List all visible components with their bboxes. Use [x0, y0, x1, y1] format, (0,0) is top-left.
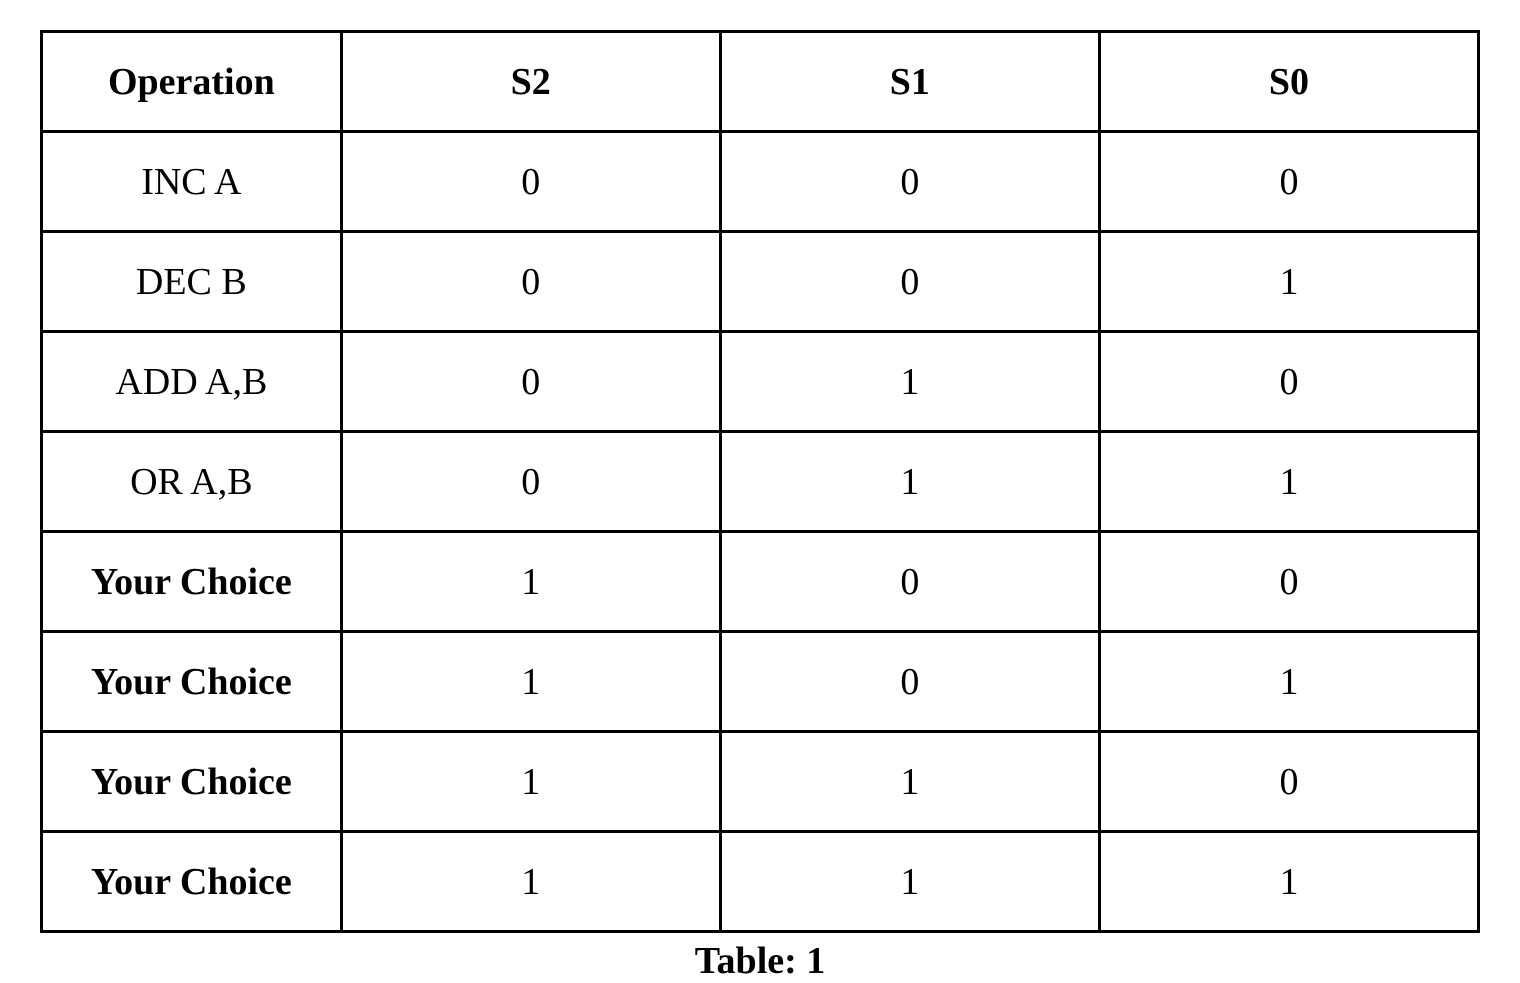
table-row: Your Choice 1 1 0 [42, 732, 1479, 832]
cell-s2: 0 [341, 132, 720, 232]
table-row: ADD A,B 0 1 0 [42, 332, 1479, 432]
table-row: DEC B 0 0 1 [42, 232, 1479, 332]
cell-operation: Your Choice [42, 632, 342, 732]
cell-s0: 1 [1099, 432, 1478, 532]
cell-s1: 0 [720, 132, 1099, 232]
cell-operation: Your Choice [42, 732, 342, 832]
header-s2: S2 [341, 32, 720, 132]
cell-s1: 1 [720, 732, 1099, 832]
cell-s0: 1 [1099, 632, 1478, 732]
cell-s1: 0 [720, 232, 1099, 332]
cell-s0: 0 [1099, 132, 1478, 232]
table-header-row: Operation S2 S1 S0 [42, 32, 1479, 132]
table-row: Your Choice 1 0 1 [42, 632, 1479, 732]
cell-s2: 1 [341, 832, 720, 932]
header-s0: S0 [1099, 32, 1478, 132]
cell-s0: 0 [1099, 532, 1478, 632]
table-row: Your Choice 1 0 0 [42, 532, 1479, 632]
cell-s2: 1 [341, 532, 720, 632]
table-body: INC A 0 0 0 DEC B 0 0 1 ADD A,B 0 1 0 OR… [42, 132, 1479, 932]
cell-s1: 1 [720, 832, 1099, 932]
cell-s0: 0 [1099, 732, 1478, 832]
cell-s2: 0 [341, 232, 720, 332]
cell-s0: 0 [1099, 332, 1478, 432]
cell-s1: 1 [720, 432, 1099, 532]
cell-s2: 0 [341, 432, 720, 532]
cell-s1: 0 [720, 632, 1099, 732]
cell-operation: Your Choice [42, 532, 342, 632]
table-row: Your Choice 1 1 1 [42, 832, 1479, 932]
cell-s0: 1 [1099, 232, 1478, 332]
table-caption: Table: 1 [695, 939, 826, 983]
cell-s2: 1 [341, 732, 720, 832]
header-s1: S1 [720, 32, 1099, 132]
cell-s0: 1 [1099, 832, 1478, 932]
table-row: INC A 0 0 0 [42, 132, 1479, 232]
header-operation: Operation [42, 32, 342, 132]
cell-operation: ADD A,B [42, 332, 342, 432]
cell-operation: Your Choice [42, 832, 342, 932]
cell-s1: 1 [720, 332, 1099, 432]
cell-operation: INC A [42, 132, 342, 232]
operation-table: Operation S2 S1 S0 INC A 0 0 0 DEC B 0 0… [40, 30, 1480, 933]
cell-operation: OR A,B [42, 432, 342, 532]
cell-operation: DEC B [42, 232, 342, 332]
cell-s2: 1 [341, 632, 720, 732]
table-row: OR A,B 0 1 1 [42, 432, 1479, 532]
cell-s1: 0 [720, 532, 1099, 632]
cell-s2: 0 [341, 332, 720, 432]
